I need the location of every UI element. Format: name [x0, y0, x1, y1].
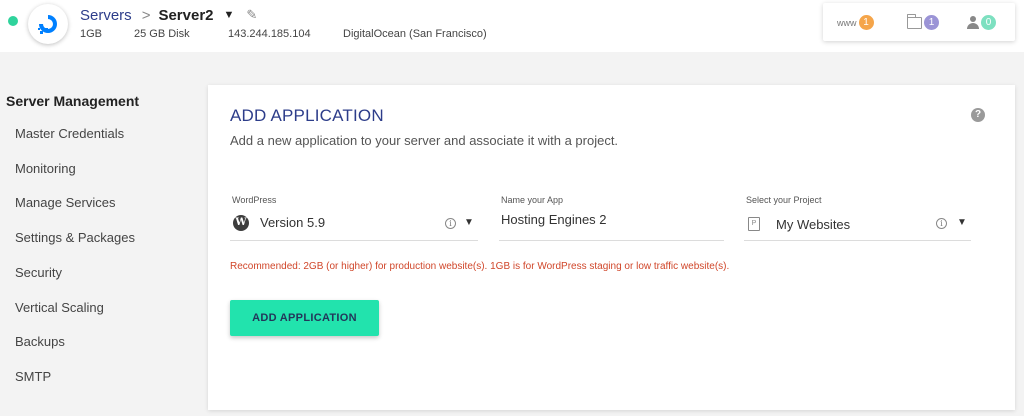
chevron-down-icon[interactable]: ▼ — [464, 217, 474, 228]
application-version-value: Version 5.9 — [260, 215, 326, 230]
add-application-button[interactable]: ADD APPLICATION — [230, 300, 379, 336]
pencil-icon[interactable]: ✎ — [246, 7, 257, 23]
sidebar-item-backups[interactable]: Backups — [15, 334, 65, 349]
breadcrumb-servers-link[interactable]: Servers — [80, 7, 132, 24]
server-ip: 143.244.185.104 — [228, 28, 311, 40]
digitalocean-logo-icon — [28, 4, 68, 44]
server-status-dot — [8, 16, 18, 26]
sidebar-title: Server Management — [6, 93, 140, 109]
user-counter[interactable]: 0 — [967, 15, 996, 30]
breadcrumb-current-server: Server2 — [158, 6, 214, 24]
sidebar-item-smtp[interactable]: SMTP — [15, 369, 51, 384]
sidebar-item-settings-packages[interactable]: Settings & Packages — [15, 230, 135, 245]
user-count-badge: 0 — [981, 15, 996, 30]
add-application-card: ADD APPLICATION Add a new application to… — [208, 85, 1015, 410]
page-title: ADD APPLICATION — [230, 106, 384, 125]
project-select[interactable]: Select your Project P My Websites i ▼ — [744, 195, 971, 241]
breadcrumb: Servers > Server2 ▼ ✎ — [80, 5, 257, 25]
server-disk: 25 GB Disk — [134, 28, 190, 40]
sidebar-item-security[interactable]: Security — [15, 265, 62, 280]
sidebar-item-monitoring[interactable]: Monitoring — [15, 161, 76, 176]
counters-panel: www 1 1 0 — [823, 3, 1015, 41]
app-name-input[interactable] — [499, 212, 699, 227]
project-field-label: Select your Project — [746, 195, 822, 205]
folder-count-badge: 1 — [924, 15, 939, 30]
application-version-select[interactable]: WordPress W Version 5.9 i ▼ — [230, 195, 478, 241]
server-ram: 1GB — [80, 28, 103, 40]
server-provider: DigitalOcean (San Francisco) — [343, 28, 487, 40]
folder-icon — [906, 13, 922, 29]
application-field-label: WordPress — [232, 195, 277, 205]
chevron-down-icon[interactable]: ▼ — [957, 217, 967, 228]
app-name-label: Name your App — [501, 195, 564, 205]
project-icon: P — [748, 217, 760, 231]
info-icon[interactable]: i — [936, 218, 947, 229]
sidebar-item-master-credentials[interactable]: Master Credentials — [15, 126, 124, 141]
app-name-field[interactable]: Name your App — [499, 195, 724, 241]
www-count-badge: 1 — [858, 15, 874, 30]
page-subtitle: Add a new application to your server and… — [230, 133, 619, 148]
folder-counter[interactable]: 1 — [906, 13, 939, 30]
info-icon[interactable]: i — [445, 218, 456, 229]
ram-recommendation-warning: Recommended: 2GB (or higher) for product… — [230, 261, 730, 272]
user-icon — [967, 16, 979, 29]
help-circle-icon[interactable]: ? — [971, 108, 985, 122]
sidebar-item-manage-services[interactable]: Manage Services — [15, 195, 115, 210]
wordpress-icon: W — [233, 215, 249, 231]
top-bar: Servers > Server2 ▼ ✎ 1GB 25 GB Disk 143… — [0, 0, 1024, 52]
www-icon: www — [837, 17, 857, 28]
caret-down-icon[interactable]: ▼ — [224, 9, 235, 21]
www-counter[interactable]: www 1 — [837, 15, 874, 30]
sidebar-item-vertical-scaling[interactable]: Vertical Scaling — [15, 300, 104, 315]
breadcrumb-separator: > — [141, 6, 151, 24]
project-value: My Websites — [776, 217, 851, 232]
